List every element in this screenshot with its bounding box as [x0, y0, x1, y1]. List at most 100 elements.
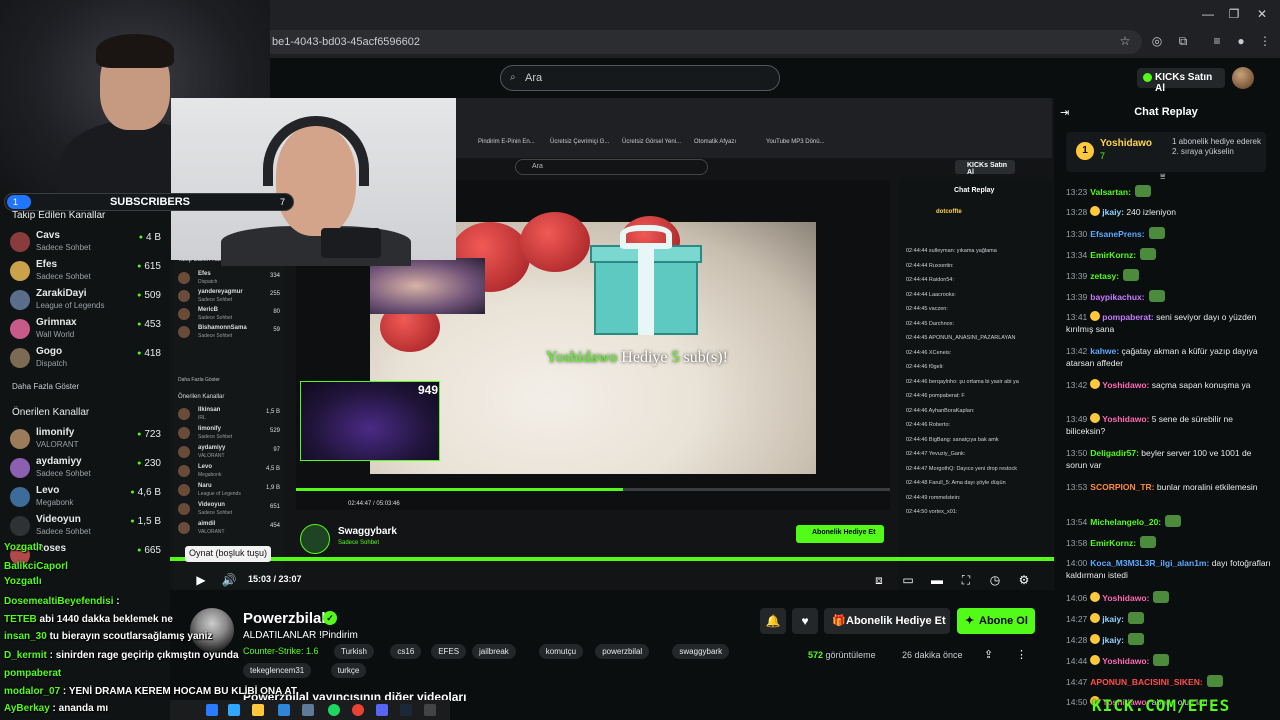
chat-username[interactable]: zetasy:: [1090, 271, 1119, 281]
stream-tag[interactable]: cs16: [390, 644, 422, 659]
chat-username[interactable]: Deligadir57:: [1090, 448, 1139, 458]
subscribe-label: Abone Ol: [979, 615, 1028, 627]
close-icon[interactable]: ✕: [1252, 6, 1272, 22]
channel-category: Sadece Sohbet: [36, 243, 91, 252]
view-count: 572 görüntüleme: [808, 650, 876, 660]
chrome-icon[interactable]: [352, 704, 364, 716]
subscribe-button[interactable]: ✦ Abone Ol: [957, 608, 1035, 634]
heart-icon[interactable]: ♥: [792, 608, 818, 634]
followed-channel-item[interactable]: Efes Sadece Sohbet 615: [10, 257, 165, 285]
restore-icon[interactable]: ❐: [1224, 6, 1244, 22]
stream-tag[interactable]: powerzbilal: [595, 644, 650, 659]
chat-username[interactable]: SCORPION_TR:: [1090, 482, 1154, 492]
store-icon[interactable]: [302, 704, 314, 716]
minimize-icon[interactable]: —: [1198, 6, 1218, 22]
inner-chat-title: Chat Replay: [954, 187, 995, 194]
followed-channel-item[interactable]: Grimnax Wall World 453: [10, 315, 165, 343]
stream-tag[interactable]: EFES: [431, 644, 467, 659]
extension-icon[interactable]: ◎: [1150, 34, 1164, 48]
filter-icon[interactable]: ⩸: [1160, 171, 1165, 182]
chat-username[interactable]: jkaiy:: [1102, 207, 1124, 217]
emote-icon: [1206, 675, 1223, 687]
mail-icon[interactable]: [278, 704, 290, 716]
reading-list-icon[interactable]: ≡: [1210, 34, 1224, 48]
channel-avatar: [10, 261, 30, 281]
chat-username[interactable]: Yoshidawo:: [1102, 593, 1149, 603]
gift-box-icon: [590, 225, 702, 335]
chat-username[interactable]: pompaberat:: [1102, 312, 1153, 322]
inner-chat-line: 02:44:44 Laacrooks:: [906, 291, 956, 298]
chat-username[interactable]: Yoshidawo:: [1102, 656, 1149, 666]
recommended-channel-item[interactable]: aydamiyy Sadece Sohbet 230: [10, 454, 165, 482]
followed-channel-item[interactable]: ZarakiDayi League of Legends 509: [10, 286, 165, 314]
folder-icon[interactable]: [252, 704, 264, 716]
discord-icon[interactable]: [376, 704, 388, 716]
play-icon[interactable]: ▶: [192, 572, 210, 588]
emote-icon: [1140, 536, 1157, 548]
chat-timestamp: 14:27: [1066, 614, 1088, 624]
inner-channel-avatar: [178, 446, 190, 458]
show-more-link[interactable]: Daha Fazla Göster: [12, 382, 79, 391]
chat-username[interactable]: EfsanePrens:: [1090, 229, 1144, 239]
stream-tag[interactable]: Turkish: [334, 644, 374, 659]
chat-username[interactable]: jkaiy:: [1102, 614, 1124, 624]
stream-tag[interactable]: jailbreak: [472, 644, 516, 659]
more-options-icon[interactable]: ⋮: [1016, 648, 1027, 661]
menu-icon[interactable]: ⋮: [1258, 34, 1272, 48]
chat-username[interactable]: APONUN_BACISINI_SIKEN:: [1090, 677, 1202, 687]
address-bar[interactable]: be1-4043-bd03-45acf6596602: [262, 30, 1142, 54]
inner-channel-viewers: 59: [273, 327, 280, 333]
chat-username[interactable]: Yoshidawo:: [1102, 380, 1149, 390]
clip-icon[interactable]: ⧈: [870, 572, 888, 588]
stream-category[interactable]: Counter-Strike: 1.6: [243, 646, 319, 656]
stream-tag[interactable]: swaggybark: [672, 644, 730, 659]
recommended-channel-item[interactable]: Levo Megabonk 4,6 B: [10, 483, 165, 511]
followed-channel-item[interactable]: Cavs Sadece Sohbet 4 B: [10, 228, 165, 256]
gift-subscription-button[interactable]: 🎁 Abonelik Hediye Et: [824, 608, 950, 634]
spotify-icon[interactable]: [328, 704, 340, 716]
profile-icon[interactable]: ●: [1234, 34, 1248, 48]
chat-username[interactable]: Valsartan:: [1090, 187, 1131, 197]
inner-chat-line: 02:44:44 sulleyman: yıkama yağlama: [906, 248, 997, 254]
chat-username[interactable]: jkaiy:: [1102, 635, 1124, 645]
inner-chat-line: 02:44:45 vaczen:: [906, 306, 948, 312]
streamer-avatar[interactable]: [190, 608, 234, 652]
inner-channel-name: yandereyagmur: [198, 289, 243, 295]
settings-icon[interactable]: ⚙: [1015, 572, 1033, 588]
inner-progress-bar: [296, 488, 890, 491]
user-avatar[interactable]: [1232, 67, 1254, 89]
recommended-channel-item[interactable]: Videoyun Sadece Sohbet 1,5 B: [10, 512, 165, 540]
chat-username[interactable]: Koca_M3M3L3R_ilgi_alan1m:: [1090, 558, 1209, 568]
followed-channel-item[interactable]: Gogo Dispatch 418: [10, 344, 165, 372]
miniplayer-icon[interactable]: ▭: [899, 572, 917, 588]
share-icon[interactable]: ⇪: [984, 648, 993, 661]
chat-username[interactable]: kahwe:: [1090, 346, 1119, 356]
chat-username[interactable]: Yoshidawo:: [1102, 414, 1149, 424]
windows-icon[interactable]: [206, 704, 218, 716]
puzzle-icon[interactable]: ⧉: [1176, 34, 1190, 48]
obs-icon[interactable]: [424, 704, 436, 716]
chat-message: 13:41 pompaberat: seni seviyor dayı o yüz…: [1066, 311, 1272, 335]
stream-tag[interactable]: turkçe: [330, 663, 367, 678]
notification-bell-icon[interactable]: 🔔: [760, 608, 786, 634]
stream-tag[interactable]: tekeglencem31: [243, 663, 312, 678]
steam-icon[interactable]: [400, 704, 412, 716]
theater-icon[interactable]: ▬: [928, 572, 946, 588]
streamer-name[interactable]: Powerzbilal: [243, 610, 326, 627]
channel-name: Gogo: [36, 346, 63, 357]
recommended-channel-item[interactable]: limonify VALORANT 723: [10, 425, 165, 453]
star-icon[interactable]: ☆: [1118, 34, 1132, 48]
chat-username[interactable]: baypikachux:: [1090, 292, 1144, 302]
stream-tag[interactable]: komutçu: [538, 644, 584, 659]
speed-icon[interactable]: ◷: [986, 572, 1004, 588]
chat-username[interactable]: EmirKornz:: [1090, 538, 1136, 548]
fullscreen-icon[interactable]: ⛶: [957, 572, 975, 588]
buy-kicks-button[interactable]: KICKs Satın Al: [1137, 68, 1225, 94]
edge-icon[interactable]: [228, 704, 240, 716]
emote-icon: [1140, 248, 1157, 260]
chat-username[interactable]: EmirKornz:: [1090, 250, 1136, 260]
chat-username[interactable]: Michelangelo_20:: [1090, 517, 1161, 527]
seek-bar[interactable]: [170, 557, 1054, 561]
volume-icon[interactable]: 🔊: [220, 572, 238, 588]
search-input[interactable]: ⌕ Ara: [500, 65, 780, 91]
